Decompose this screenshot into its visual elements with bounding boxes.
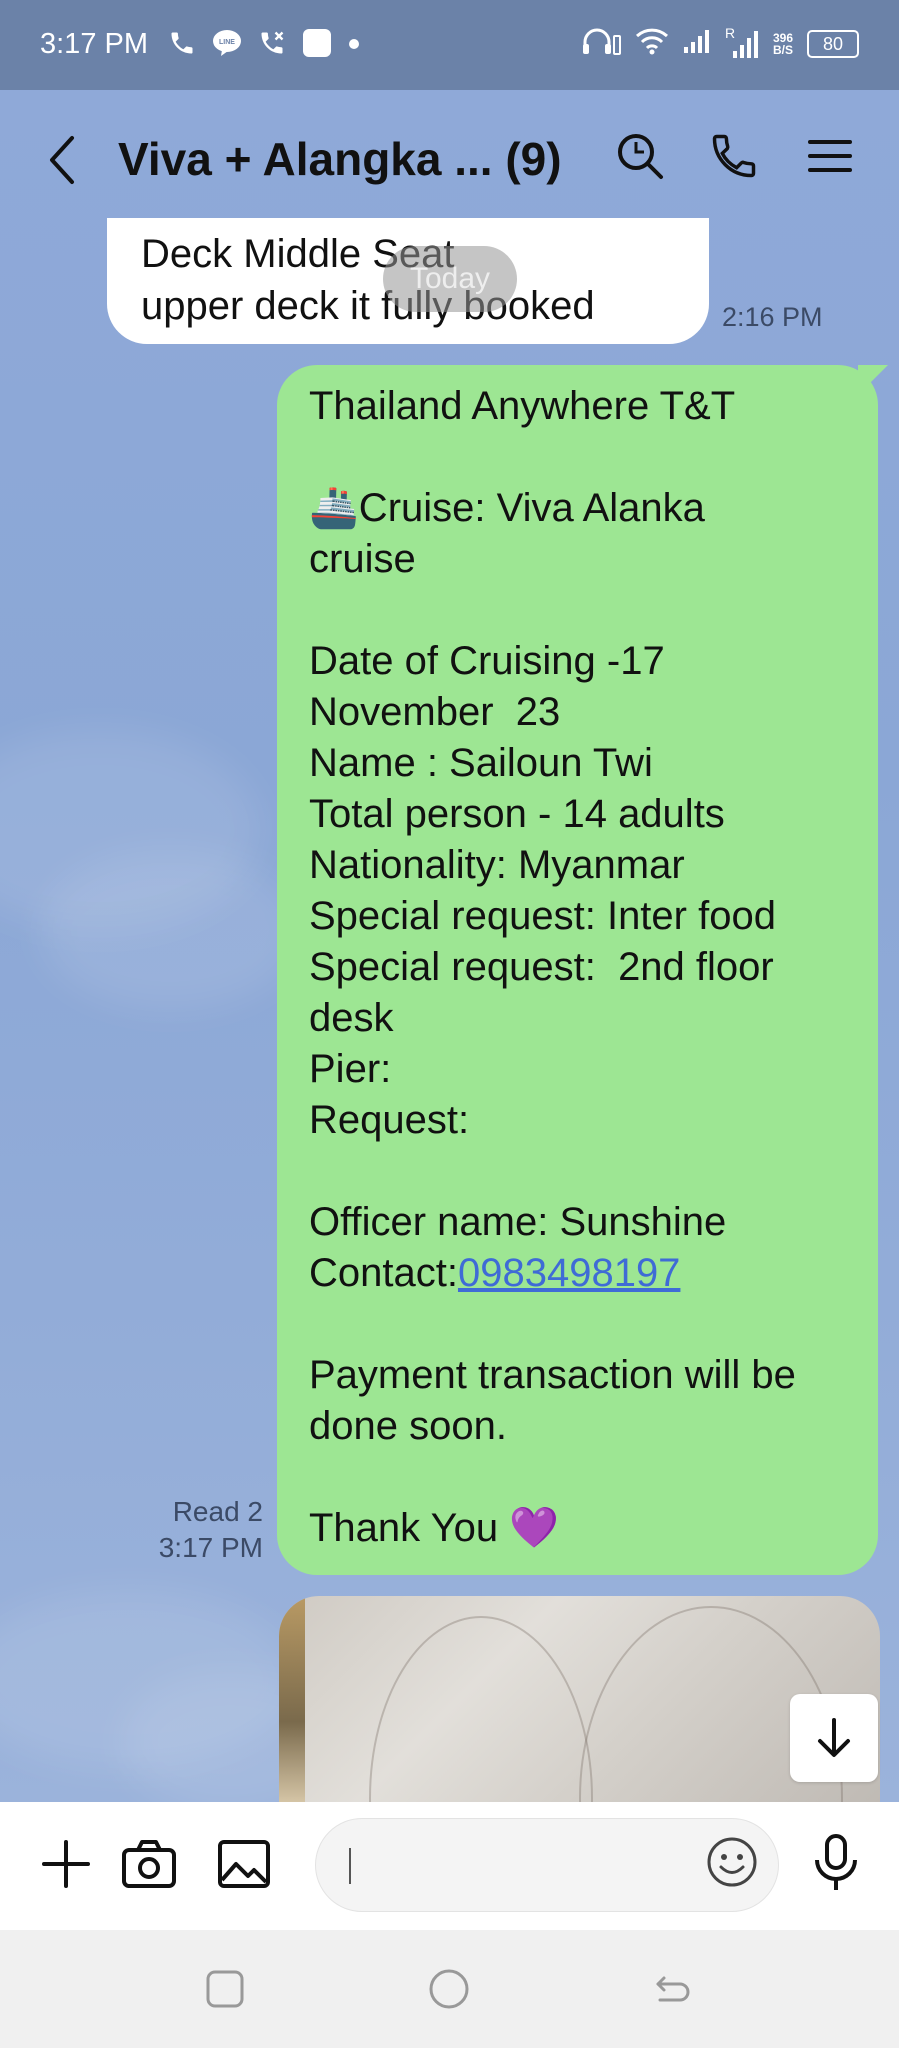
- image-icon: [218, 1840, 270, 1888]
- message-line: cruise: [309, 537, 416, 581]
- svg-text:LINE: LINE: [219, 39, 235, 46]
- plus-icon: [42, 1840, 90, 1888]
- message-line: Date of Cruising -17: [309, 639, 665, 683]
- microphone-icon: [815, 1834, 857, 1890]
- search-icon: [618, 134, 663, 179]
- text-cursor: [349, 1848, 351, 1884]
- outgoing-message-bubble[interactable]: Thailand Anywhere T&T 🚢Cruise: Viva Alan…: [277, 365, 888, 1575]
- message-line: [309, 585, 858, 636]
- message-input-bar: [0, 1802, 899, 1930]
- call-button[interactable]: [708, 130, 760, 187]
- line-app-icon: LINE: [212, 29, 242, 62]
- status-bar: 3:17 PM LINE R 396 B/S 80: [0, 0, 899, 90]
- message-line: done soon.: [309, 1404, 507, 1448]
- message-line: November 23: [309, 690, 561, 734]
- message-line: Request:: [309, 1098, 470, 1142]
- network-speed-unit: B/S: [772, 42, 793, 57]
- message-line: Special request: 2nd floor: [309, 945, 774, 989]
- notification-icons: LINE: [168, 28, 360, 63]
- signal-icon: [683, 28, 711, 59]
- emoji-button[interactable]: [704, 1834, 760, 1895]
- photo-detail: [369, 1616, 593, 1806]
- incoming-message-time: 2:16 PM: [722, 302, 823, 332]
- voice-message-button[interactable]: [808, 1832, 864, 1899]
- message-line: Thank You 💜: [309, 1506, 559, 1550]
- camera-button[interactable]: [120, 1836, 178, 1897]
- circle-icon: [429, 1969, 469, 2009]
- add-button[interactable]: [38, 1836, 94, 1897]
- read-status: Read 2: [172, 1496, 263, 1527]
- message-line: [309, 1146, 858, 1197]
- headphones-icon: [581, 26, 621, 61]
- contact-label: Contact:: [309, 1251, 458, 1295]
- chevron-left-icon: [50, 136, 74, 184]
- phone-call-icon: [168, 29, 196, 62]
- phone-icon: [712, 134, 756, 178]
- back-button[interactable]: [44, 132, 80, 193]
- photo-edge: [279, 1596, 305, 1806]
- gallery-button[interactable]: [216, 1836, 272, 1897]
- smiley-icon: [707, 1837, 757, 1887]
- back-arrow-icon: [656, 1976, 690, 2002]
- message-line: [309, 432, 858, 483]
- app-notification-icon: [302, 28, 332, 63]
- date-separator: Today: [383, 246, 517, 312]
- scroll-to-bottom-button[interactable]: [790, 1694, 878, 1782]
- battery-icon: 80: [807, 29, 859, 58]
- system-icons: R 396 B/S 80: [581, 25, 859, 61]
- contact-phone-link[interactable]: 0983498197: [458, 1251, 680, 1295]
- message-line: Pier:: [309, 1047, 392, 1091]
- battery-level: 80: [822, 33, 844, 54]
- arrow-down-icon: [818, 1718, 850, 1757]
- message-line: Thailand Anywhere T&T: [309, 384, 736, 428]
- camera-icon: [122, 1840, 176, 1888]
- message-line: Officer name: Sunshine: [309, 1200, 727, 1244]
- missed-call-icon: [258, 29, 286, 62]
- system-navigation-bar: [0, 1930, 899, 2048]
- home-button[interactable]: [428, 1968, 470, 2015]
- message-line: Nationality: Myanmar: [309, 843, 685, 887]
- back-nav-button[interactable]: [652, 1968, 694, 2015]
- search-button[interactable]: [614, 130, 666, 187]
- read-receipt: Read 2 3:17 PM: [159, 1494, 263, 1566]
- message-line: Special request: Inter food: [309, 894, 776, 938]
- more-notifications-dot-icon: [348, 37, 360, 55]
- recent-apps-button[interactable]: [204, 1968, 246, 2015]
- chat-title[interactable]: Viva + Alangka ... (9): [118, 132, 562, 186]
- square-icon: [206, 1970, 244, 2008]
- contact-line: Contact:0983498197: [309, 1248, 858, 1299]
- wifi-icon: [635, 27, 669, 60]
- message-line: desk: [309, 996, 394, 1040]
- message-line: Name : Sailoun Twi: [309, 741, 653, 785]
- message-line: [309, 1452, 858, 1503]
- roaming-indicator: R: [724, 24, 736, 41]
- message-line: Total person - 14 adults: [309, 792, 725, 836]
- menu-button[interactable]: [806, 130, 854, 187]
- message-line: [309, 1299, 858, 1350]
- status-time: 3:17 PM: [40, 28, 148, 60]
- message-line: Payment transaction will be: [309, 1353, 796, 1397]
- roaming-signal-icon: R: [725, 25, 759, 59]
- outgoing-message-time: 3:17 PM: [158, 1532, 263, 1563]
- hamburger-menu-icon: [808, 140, 852, 172]
- network-speed: 396 B/S: [773, 32, 793, 56]
- message-line: 🚢Cruise: Viva Alanka: [309, 486, 705, 530]
